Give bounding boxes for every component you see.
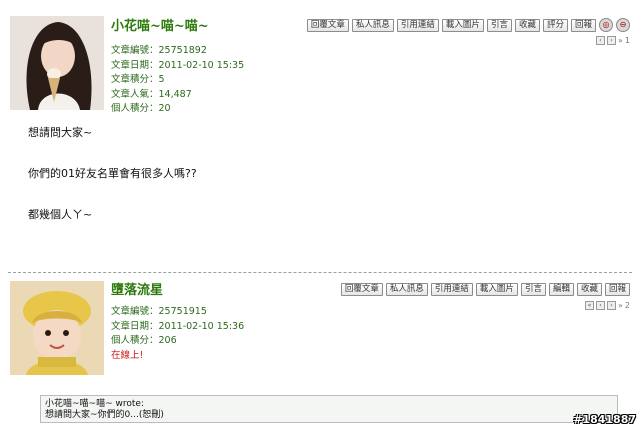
floor-number: 1 bbox=[624, 36, 630, 45]
edit-button[interactable]: 編輯 bbox=[548, 283, 574, 296]
report-button[interactable]: 回報 bbox=[604, 283, 630, 296]
post-toolbar: 回覆文章 私人訊息 引用連結 載入圖片 引言 編輯 收藏 回報 bbox=[340, 283, 630, 296]
floor-arrow-icon: » bbox=[618, 36, 623, 45]
first-icon[interactable]: « bbox=[585, 301, 594, 310]
load-images-button[interactable]: 載入圖片 bbox=[441, 18, 484, 32]
quote-box: 小花喵~喵~喵~ wrote: 想請問大家~你們的0...(恕刪) bbox=[40, 395, 618, 423]
quote-body: 想請問大家~你們的0...(恕刪) bbox=[45, 410, 164, 420]
meta-article-points: 文章積分：5 bbox=[111, 74, 165, 85]
settings-icon[interactable]: ◎ bbox=[599, 18, 613, 32]
post-toolbar: 回覆文章 私人訊息 引用連結 載入圖片 引言 收藏 評分 回報 ◎ ⊖ bbox=[306, 18, 630, 32]
meta-article-no: 文章編號：25751915 bbox=[111, 306, 207, 317]
online-status: 在線上! bbox=[111, 349, 144, 361]
post-meta: 文章編號：25751915 文章日期：2011-02-10 15:36 個人積分… bbox=[111, 305, 244, 363]
prev-icon[interactable]: ‹ bbox=[596, 36, 605, 45]
floor-arrow-icon: » bbox=[618, 301, 623, 310]
quote-button[interactable]: 引言 bbox=[486, 18, 512, 32]
floor-nav: ‹ › » 1 bbox=[596, 36, 630, 45]
private-message-button[interactable]: 私人訊息 bbox=[385, 283, 428, 296]
load-images-button[interactable]: 載入圖片 bbox=[475, 283, 518, 296]
quote-link-button[interactable]: 引用連結 bbox=[430, 283, 473, 296]
quote-link-button[interactable]: 引用連結 bbox=[396, 18, 439, 32]
avatar[interactable] bbox=[10, 16, 104, 110]
watermark: #1841887 bbox=[573, 413, 636, 426]
favorite-button[interactable]: 收藏 bbox=[514, 18, 540, 32]
favorite-button[interactable]: 收藏 bbox=[576, 283, 602, 296]
content-line: 想請問大家~ bbox=[28, 126, 93, 139]
meta-personal-points: 個人積分：20 bbox=[111, 103, 171, 114]
next-icon[interactable]: › bbox=[607, 36, 616, 45]
rate-button[interactable]: 評分 bbox=[542, 18, 568, 32]
meta-personal-points: 個人積分：206 bbox=[111, 335, 177, 346]
meta-article-date: 文章日期：2011-02-10 15:36 bbox=[111, 320, 245, 332]
next-icon[interactable]: › bbox=[607, 301, 616, 310]
prev-icon[interactable]: ‹ bbox=[596, 301, 605, 310]
quote-header: 小花喵~喵~喵~ wrote: bbox=[45, 399, 144, 409]
content-line: 都幾個人ㄚ~ bbox=[28, 208, 93, 221]
delete-icon[interactable]: ⊖ bbox=[616, 18, 630, 32]
username[interactable]: 墮落流星 bbox=[111, 279, 163, 298]
quote-button[interactable]: 引言 bbox=[520, 283, 546, 296]
floor-nav: « ‹ › » 2 bbox=[585, 301, 630, 310]
avatar[interactable] bbox=[10, 281, 104, 375]
post-1: 小花喵~喵~喵~ 文章編號：25751892 文章日期：2011-02-10 1… bbox=[8, 6, 632, 268]
reply-button[interactable]: 回覆文章 bbox=[340, 283, 383, 296]
post-content: 想請問大家~ 你們的01好友名單會有很多人嗎?? 都幾個人ㄚ~ bbox=[28, 126, 197, 249]
post-meta: 文章編號：25751892 文章日期：2011-02-10 15:35 文章積分… bbox=[111, 44, 244, 117]
reply-button[interactable]: 回覆文章 bbox=[306, 18, 349, 32]
floor-number: 2 bbox=[624, 301, 630, 310]
content-line: 你們的01好友名單會有很多人嗎?? bbox=[28, 167, 197, 180]
meta-article-date: 文章日期：2011-02-10 15:35 bbox=[111, 59, 245, 71]
avatar-image bbox=[10, 281, 104, 375]
meta-article-no: 文章編號：25751892 bbox=[111, 45, 207, 56]
private-message-button[interactable]: 私人訊息 bbox=[351, 18, 394, 32]
meta-article-views: 文章人氣：14,487 bbox=[111, 88, 192, 100]
username[interactable]: 小花喵~喵~喵~ bbox=[111, 15, 209, 34]
post-2: 墮落流星 文章編號：25751915 文章日期：2011-02-10 15:36… bbox=[8, 272, 632, 431]
avatar-image bbox=[10, 16, 104, 110]
report-button[interactable]: 回報 bbox=[570, 18, 596, 32]
